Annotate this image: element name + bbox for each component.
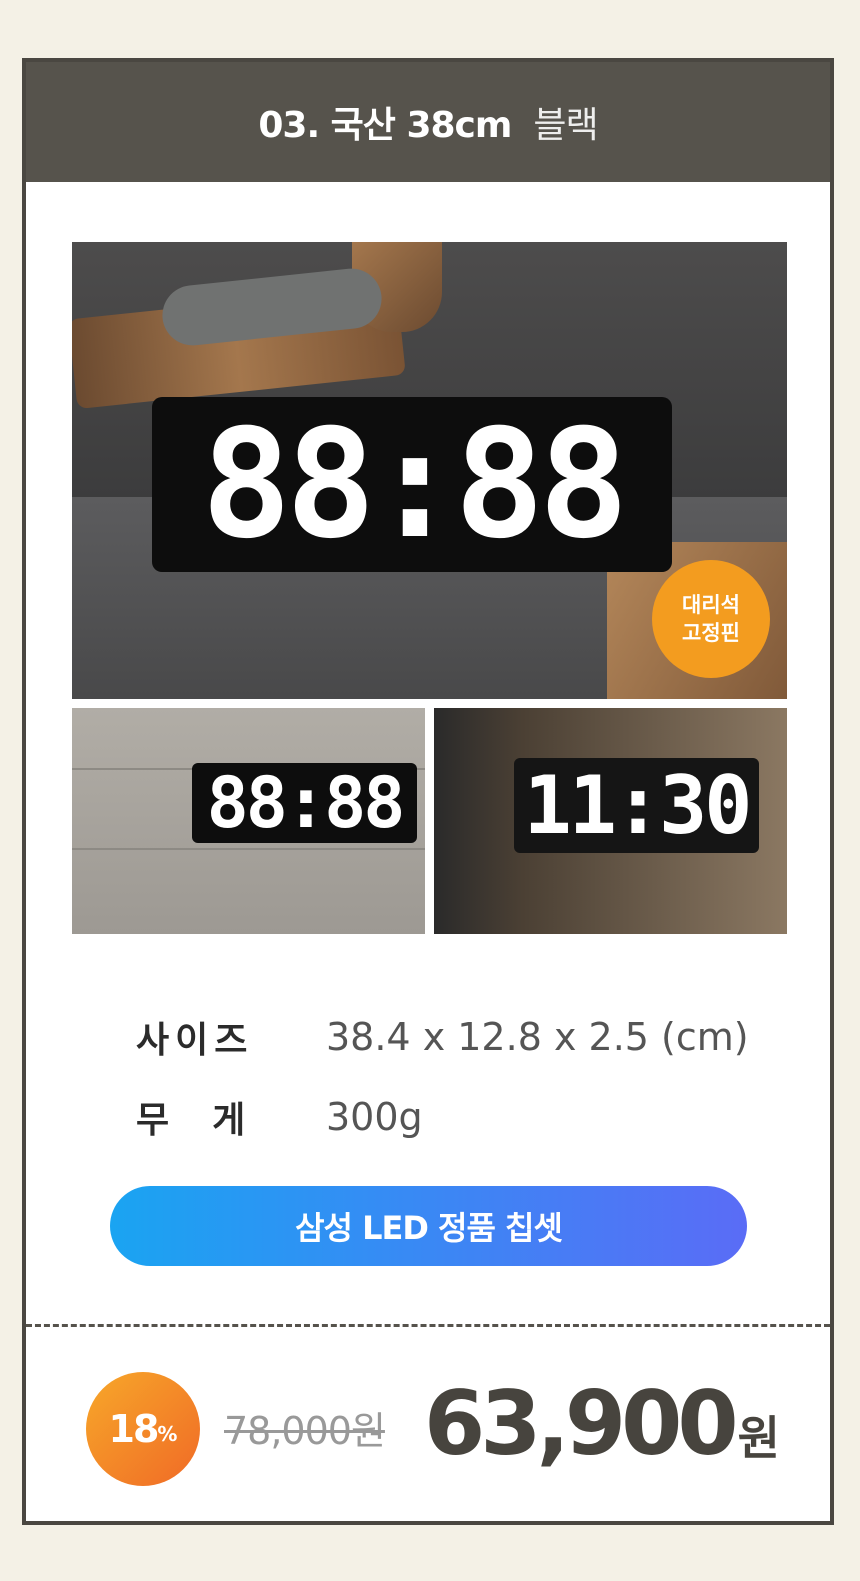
spec-value: 300g — [326, 1095, 423, 1139]
spec-table: 사이즈 38.4 x 12.8 x 2.5 (cm) 무 게 300g — [136, 997, 776, 1157]
product-color: 블랙 — [533, 105, 598, 146]
badge-line-1: 대리석 — [682, 592, 740, 617]
small-photo-wall: 88:88 — [72, 708, 425, 934]
dashed-divider — [26, 1324, 830, 1327]
main-product-photo: 88:88 대리석 고정핀 — [72, 242, 787, 699]
small-photo-dark: 11:30 — [434, 708, 787, 934]
product-card: 03. 국산 38cm 블랙 88:88 대리석 고정핀 88:88 11:30… — [22, 58, 834, 1525]
discount-unit: % — [157, 1422, 178, 1446]
led-clock: 88:88 — [152, 397, 672, 572]
spec-value: 38.4 x 12.8 x 2.5 (cm) — [326, 1015, 749, 1059]
badge-line-2: 고정핀 — [682, 621, 740, 645]
sale-price-value: 63,900 — [424, 1372, 739, 1475]
led-clock-small: 88:88 — [192, 762, 417, 844]
spec-row-weight: 무 게 300g — [136, 1077, 776, 1157]
spec-row-size: 사이즈 38.4 x 12.8 x 2.5 (cm) — [136, 997, 776, 1077]
sale-price-unit: 원 — [737, 1411, 780, 1465]
led-chipset-button[interactable]: 삼성 LED 정품 칩셋 — [110, 1186, 747, 1266]
led-clock-small: 11:30 — [514, 758, 759, 853]
spec-label: 무 게 — [136, 1100, 252, 1141]
product-header: 03. 국산 38cm 블랙 — [26, 62, 830, 182]
spec-label: 사이즈 — [136, 1020, 254, 1061]
marble-pin-badge: 대리석 고정핀 — [652, 560, 770, 678]
discount-value: 18 — [108, 1407, 160, 1451]
product-title: 03. 국산 38cm — [258, 105, 512, 146]
tile-line — [72, 848, 425, 850]
original-price: 78,000원 — [224, 1409, 386, 1453]
sale-price: 63,900 원 — [424, 1372, 780, 1475]
discount-badge: 18 % — [86, 1372, 200, 1486]
